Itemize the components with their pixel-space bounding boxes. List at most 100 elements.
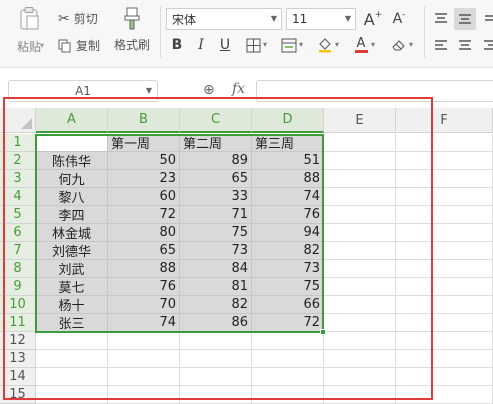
cell-c8[interactable]: 84 — [180, 260, 252, 278]
cell-e6[interactable] — [324, 224, 396, 242]
column-header-a[interactable]: A — [36, 108, 108, 133]
row-header-2[interactable]: 2 — [0, 152, 36, 170]
cell-c6[interactable]: 75 — [180, 224, 252, 242]
cell-b15[interactable] — [108, 386, 180, 404]
name-box[interactable]: A1 ▼ — [8, 80, 158, 102]
cell-f5[interactable] — [396, 206, 493, 224]
cell-d2[interactable]: 51 — [252, 152, 324, 170]
cell-e1[interactable] — [324, 134, 396, 152]
copy-button[interactable]: 复制 — [58, 37, 100, 54]
bold-button[interactable]: B — [166, 34, 188, 56]
fill-color-button[interactable] — [314, 34, 336, 56]
cell-c11[interactable]: 86 — [180, 314, 252, 332]
cell-e4[interactable] — [324, 188, 396, 206]
row-header-13[interactable]: 13 — [0, 350, 36, 368]
cell-c1[interactable]: 第二周 — [180, 134, 252, 152]
cell-c3[interactable]: 65 — [180, 170, 252, 188]
cell-f10[interactable] — [396, 296, 493, 314]
cell-f4[interactable] — [396, 188, 493, 206]
cell-e10[interactable] — [324, 296, 396, 314]
row-header-5[interactable]: 5 — [0, 206, 36, 224]
cell-e7[interactable] — [324, 242, 396, 260]
clear-button[interactable] — [388, 34, 410, 56]
row-header-4[interactable]: 4 — [0, 188, 36, 206]
cell-e13[interactable] — [324, 350, 396, 368]
cell-f15[interactable] — [396, 386, 493, 404]
increase-font-button[interactable]: A + — [362, 8, 384, 30]
cell-b1[interactable]: 第一周 — [108, 134, 180, 152]
cell-a15[interactable] — [36, 386, 108, 404]
chevron-down-icon[interactable]: ▾ — [371, 40, 375, 49]
cell-b5[interactable]: 72 — [108, 206, 180, 224]
row-header-7[interactable]: 7 — [0, 242, 36, 260]
format-painter-button[interactable]: 格式刷 — [112, 6, 152, 58]
cell-e14[interactable] — [324, 368, 396, 386]
cell-c12[interactable] — [180, 332, 252, 350]
cell-b9[interactable]: 76 — [108, 278, 180, 296]
align-right-button[interactable] — [478, 34, 493, 56]
formula-input[interactable] — [256, 80, 493, 102]
cell-e9[interactable] — [324, 278, 396, 296]
cell-d6[interactable]: 94 — [252, 224, 324, 242]
cell-e2[interactable] — [324, 152, 396, 170]
align-left-button[interactable] — [430, 34, 452, 56]
cell-c15[interactable] — [180, 386, 252, 404]
underline-button[interactable]: U — [214, 34, 236, 56]
column-header-c[interactable]: C — [180, 108, 252, 133]
row-header-3[interactable]: 3 — [0, 170, 36, 188]
cell-a11[interactable]: 张三 — [36, 314, 108, 332]
align-top-button[interactable] — [430, 8, 452, 30]
cell-e3[interactable] — [324, 170, 396, 188]
cell-a4[interactable]: 黎八 — [36, 188, 108, 206]
cell-e8[interactable] — [324, 260, 396, 278]
cell-e15[interactable] — [324, 386, 396, 404]
chevron-down-icon[interactable]: ▾ — [299, 40, 303, 49]
cell-a14[interactable] — [36, 368, 108, 386]
cell-c5[interactable]: 71 — [180, 206, 252, 224]
cell-a3[interactable]: 何九 — [36, 170, 108, 188]
cell-e11[interactable] — [324, 314, 396, 332]
borders-button[interactable] — [242, 34, 264, 56]
cell-d15[interactable] — [252, 386, 324, 404]
cell-a8[interactable]: 刘武 — [36, 260, 108, 278]
cell-d1[interactable]: 第三周 — [252, 134, 324, 152]
font-color-button[interactable]: A — [350, 34, 372, 56]
cell-f11[interactable] — [396, 314, 493, 332]
cell-f7[interactable] — [396, 242, 493, 260]
cut-button[interactable]: ✂ 剪切 — [58, 10, 98, 27]
cell-f14[interactable] — [396, 368, 493, 386]
cell-b10[interactable]: 70 — [108, 296, 180, 314]
row-header-15[interactable]: 15 — [0, 386, 36, 404]
cell-f13[interactable] — [396, 350, 493, 368]
chevron-down-icon[interactable]: ▾ — [335, 40, 339, 49]
cell-a7[interactable]: 刘德华 — [36, 242, 108, 260]
fill-handle[interactable] — [320, 329, 326, 335]
column-header-d[interactable]: D — [252, 108, 324, 133]
font-name-select[interactable]: 宋体 ▼ — [166, 8, 282, 30]
column-header-f[interactable]: F — [396, 108, 493, 133]
decrease-font-button[interactable]: A- — [388, 8, 410, 30]
cell-b4[interactable]: 60 — [108, 188, 180, 206]
cell-f1[interactable] — [396, 134, 493, 152]
align-middle-button[interactable] — [454, 8, 476, 30]
chevron-down-icon[interactable]: ▾ — [263, 40, 267, 49]
cell-f2[interactable] — [396, 152, 493, 170]
row-header-14[interactable]: 14 — [0, 368, 36, 386]
cell-f6[interactable] — [396, 224, 493, 242]
cell-d12[interactable] — [252, 332, 324, 350]
cell-a2[interactable]: 陈伟华 — [36, 152, 108, 170]
cell-a13[interactable] — [36, 350, 108, 368]
column-header-b[interactable]: B — [108, 108, 180, 133]
cell-b12[interactable] — [108, 332, 180, 350]
cell-b2[interactable]: 50 — [108, 152, 180, 170]
cell-d10[interactable]: 66 — [252, 296, 324, 314]
cell-a10[interactable]: 杨十 — [36, 296, 108, 314]
row-header-12[interactable]: 12 — [0, 332, 36, 350]
cell-b13[interactable] — [108, 350, 180, 368]
cell-f8[interactable] — [396, 260, 493, 278]
cell-b11[interactable]: 74 — [108, 314, 180, 332]
zoom-icon[interactable]: ⊕ — [203, 82, 215, 98]
cell-d9[interactable]: 75 — [252, 278, 324, 296]
fx-icon[interactable]: fx — [232, 81, 245, 97]
row-header-10[interactable]: 10 — [0, 296, 36, 314]
